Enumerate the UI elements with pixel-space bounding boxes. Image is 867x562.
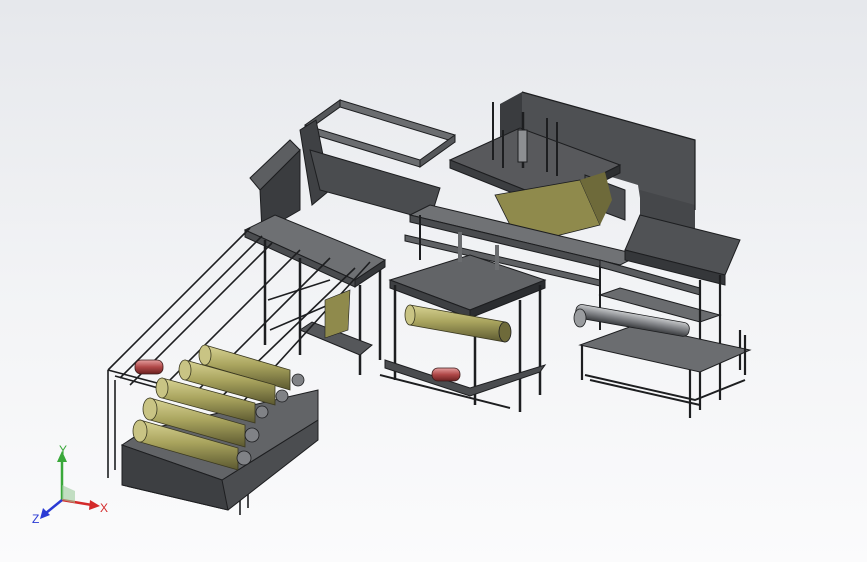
- red-roller-center: [431, 367, 461, 382]
- triad-graphic: Y X Z: [32, 443, 108, 526]
- triad-plane: [62, 485, 75, 503]
- cad-viewport[interactable]: Y X Z: [0, 0, 867, 562]
- z-axis-line: [45, 499, 63, 514]
- x-axis-arrow-icon: [89, 500, 100, 510]
- y-axis-label: Y: [59, 445, 67, 457]
- coordinate-triad: Y X Z: [30, 443, 110, 526]
- x-axis-label: X: [100, 501, 108, 515]
- machine-assembly-model: [107, 91, 752, 515]
- left-frame: [243, 214, 387, 375]
- film-strip-left: [324, 289, 351, 339]
- red-roller-left: [134, 359, 164, 375]
- z-axis-label: Z: [32, 512, 39, 525]
